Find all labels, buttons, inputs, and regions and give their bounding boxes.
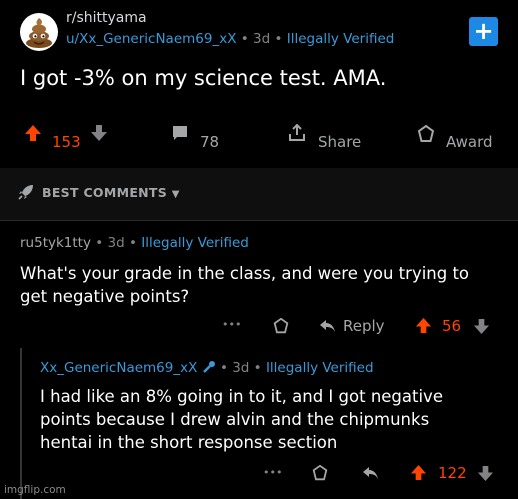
comment-body: I had like an 8% going in to it, and I g… — [40, 385, 443, 454]
comment-body: What's your grade in the class, and were… — [20, 262, 469, 308]
comment-line: I had like an 8% going in to it, and I g… — [40, 387, 443, 406]
rocket-icon — [17, 183, 35, 201]
share-button[interactable] — [287, 124, 307, 158]
comment-author-link[interactable]: ru5tyk1tty — [20, 235, 91, 251]
comment-vote-count: 56 — [442, 317, 462, 335]
upvote-arrow-icon[interactable] — [415, 317, 432, 334]
comment-bubble-icon — [173, 126, 187, 140]
wrench-icon — [202, 360, 216, 374]
comment-count: 78 — [200, 133, 220, 151]
comment-line: What's your grade in the class, and were… — [20, 264, 470, 283]
user-flair: Illegally Verified — [286, 31, 395, 47]
upvote-arrow-icon[interactable] — [410, 464, 427, 481]
downvote-arrow-icon[interactable] — [473, 318, 490, 335]
comment-time: 3d — [107, 235, 125, 251]
separator-dot: • — [240, 31, 253, 47]
upvote-button[interactable] — [24, 124, 42, 158]
share-icon — [289, 124, 305, 141]
award-icon[interactable] — [272, 317, 290, 335]
comment-meta: Xx_GenericNaem69_xX • 3d • Illegally Ver… — [40, 360, 374, 376]
comment-meta: ru5tyk1tty • 3d • Illegally Verified — [20, 235, 249, 251]
separator-dot: • — [274, 31, 287, 47]
downvote-arrow-icon[interactable] — [90, 124, 108, 142]
award-icon — [417, 124, 435, 142]
poop-emoji-icon[interactable] — [20, 13, 58, 51]
divider — [0, 220, 518, 221]
reply-icon[interactable] — [318, 318, 336, 334]
user-flair: Illegally Verified — [265, 360, 374, 376]
user-flair: Illegally Verified — [141, 235, 249, 251]
more-options-button[interactable]: ••• — [222, 318, 241, 331]
comment-line: points because I drew alvin and the chip… — [40, 410, 430, 429]
comment-author-link[interactable]: Xx_GenericNaem69_xX — [40, 360, 197, 376]
sort-dropdown[interactable]: BEST COMMENTS ▼ — [42, 185, 180, 200]
thread-line[interactable] — [20, 348, 22, 499]
more-options-button[interactable]: ••• — [263, 466, 282, 479]
join-plus-button[interactable]: + — [469, 17, 498, 46]
separator-dot: • — [253, 360, 266, 376]
post-author-link[interactable]: u/Xx_GenericNaem69_xX — [66, 31, 236, 47]
share-label[interactable]: Share — [318, 133, 361, 151]
separator-dot: • — [95, 235, 108, 251]
post-time: 3d — [253, 31, 271, 47]
separator-dot: • — [129, 235, 142, 251]
upvote-arrow-icon[interactable] — [24, 124, 42, 142]
reply-icon[interactable] — [361, 465, 379, 481]
post-vote-count: 153 — [52, 133, 81, 151]
comments-button[interactable] — [171, 124, 189, 158]
chevron-down-icon: ▼ — [171, 189, 180, 200]
award-button[interactable] — [416, 124, 436, 158]
award-label[interactable]: Award — [446, 133, 493, 151]
downvote-arrow-icon[interactable] — [477, 465, 494, 482]
comment-vote-count: 122 — [438, 464, 467, 482]
sort-label: BEST COMMENTS — [42, 185, 168, 200]
comment-line: get negative points? — [20, 287, 190, 306]
subreddit-link[interactable]: r/shittyama — [66, 10, 147, 26]
post-title: I got -3% on my science test. AMA. — [20, 66, 387, 90]
separator-dot: • — [219, 360, 233, 376]
reply-button[interactable]: Reply — [343, 317, 385, 335]
downvote-button[interactable] — [90, 124, 108, 158]
comment-time: 3d — [232, 360, 250, 376]
post-meta: u/Xx_GenericNaem69_xX • 3d • Illegally V… — [66, 31, 394, 47]
award-icon[interactable] — [311, 464, 329, 482]
comment-line: hentai in the short response section — [40, 433, 338, 452]
imgflip-watermark: imgflip.com — [4, 484, 66, 496]
